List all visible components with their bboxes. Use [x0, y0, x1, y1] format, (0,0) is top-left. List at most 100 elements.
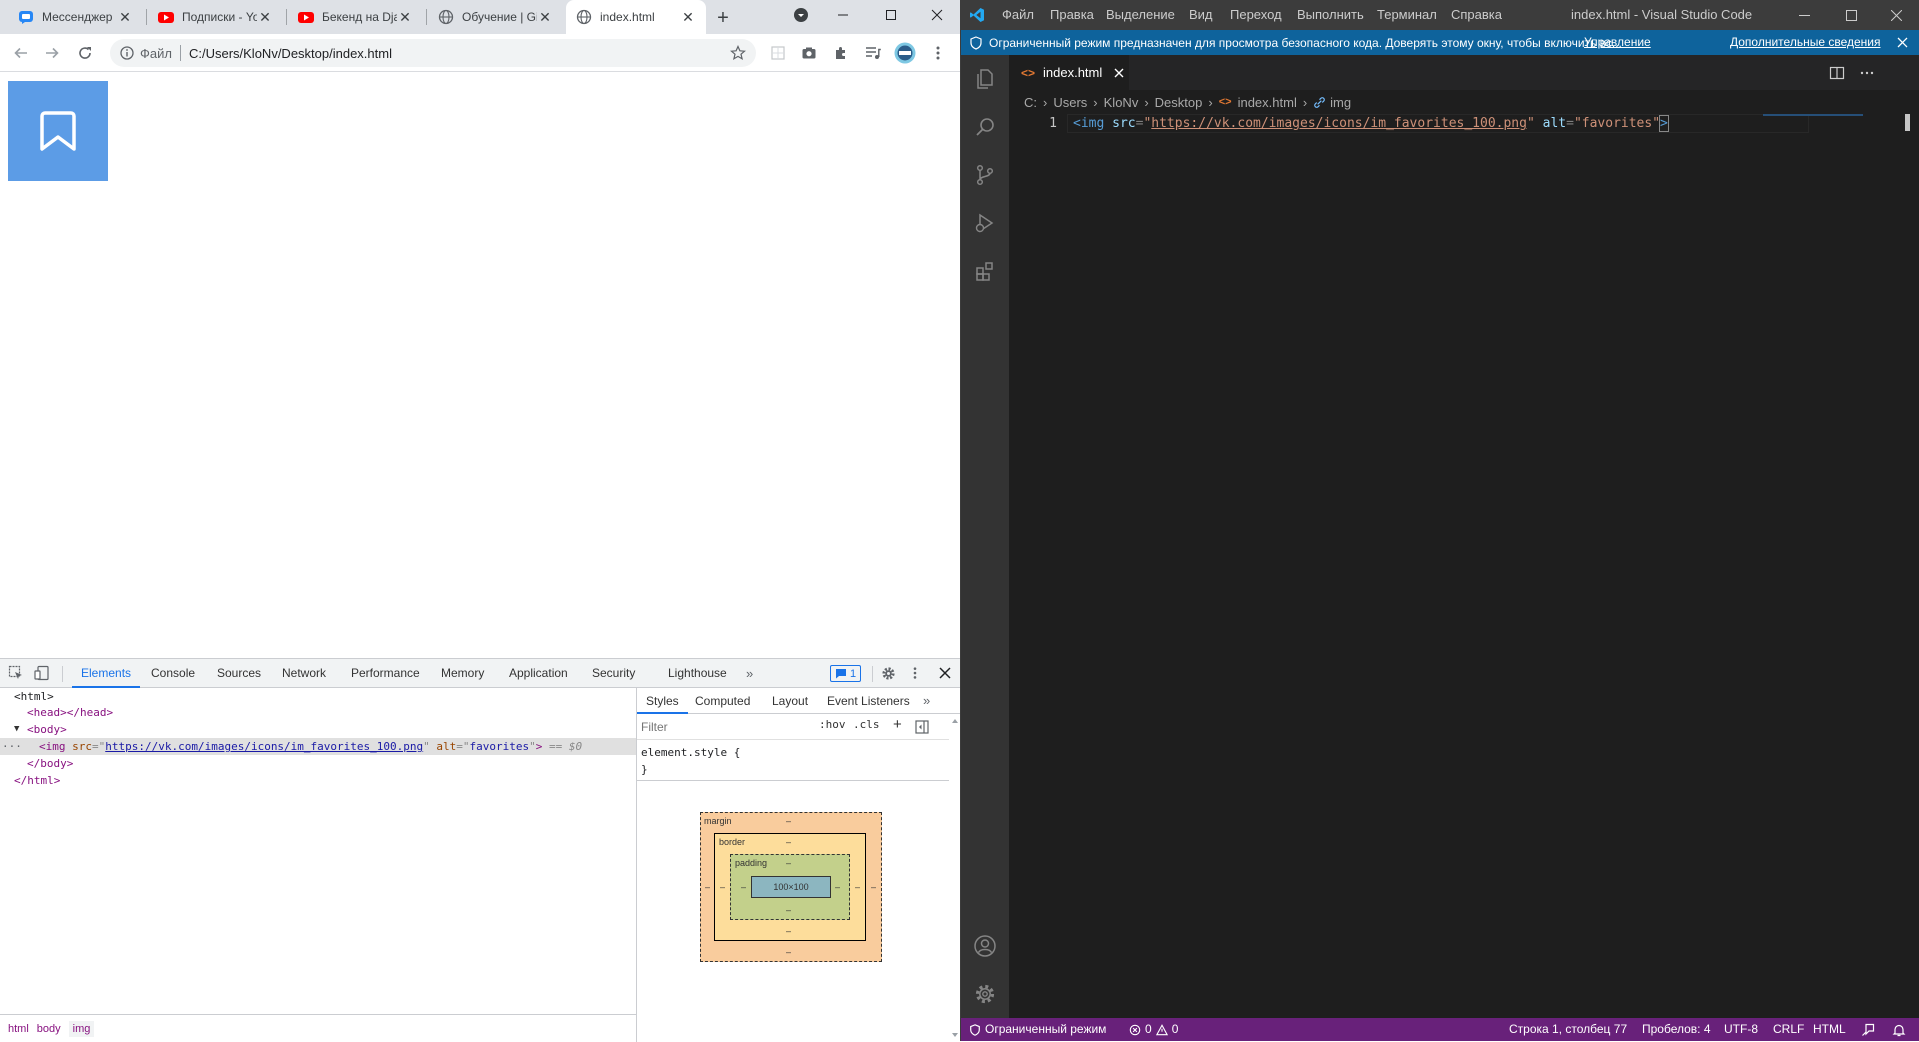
address-bar[interactable]: Файл C:/Users/KloNv/Desktop/index.html [110, 39, 756, 67]
tab-youtube-subscriptions[interactable]: Подписки - YouTube ✕ [148, 0, 283, 34]
search-button[interactable] [961, 103, 1009, 151]
menu-help[interactable]: Справка [1451, 0, 1502, 30]
ellipsis-icon[interactable]: ··· [2, 738, 22, 755]
forward-button[interactable] [40, 41, 64, 65]
language-status[interactable]: HTML [1813, 1018, 1846, 1041]
more-tabs-button[interactable]: » [923, 688, 930, 714]
close-icon[interactable]: ✕ [397, 9, 413, 25]
tab-elements[interactable]: Elements [72, 659, 141, 688]
reload-button[interactable] [73, 41, 97, 65]
menu-button[interactable] [926, 41, 950, 65]
tab-search-button[interactable] [778, 0, 823, 30]
menu-terminal[interactable]: Терминал [1377, 0, 1437, 30]
filter-input[interactable] [641, 717, 811, 737]
notifications-button[interactable] [1892, 1018, 1906, 1041]
back-button[interactable] [9, 41, 33, 65]
toggle-sidebar-icon[interactable] [915, 720, 929, 734]
breadcrumb-html[interactable]: html [8, 1023, 29, 1035]
close-icon[interactable] [1897, 37, 1908, 48]
maximize-button[interactable] [1828, 0, 1874, 30]
tab-lighthouse[interactable]: Lighthouse [668, 659, 727, 688]
breadcrumb-body[interactable]: body [37, 1023, 61, 1035]
tab-application[interactable]: Application [509, 659, 568, 688]
menu-go[interactable]: Переход [1230, 0, 1282, 30]
src-link[interactable]: https://vk.com/images/icons/im_favorites… [105, 740, 423, 753]
close-icon[interactable] [1114, 68, 1124, 78]
close-icon[interactable]: ✕ [117, 9, 133, 25]
code-src-value[interactable]: https://vk.com/images/icons/im_favorites… [1151, 116, 1527, 131]
minimap-line[interactable] [1763, 114, 1863, 116]
tab-github-learning[interactable]: Обучение | GitHub ✕ [428, 0, 563, 34]
profile-button[interactable] [893, 41, 917, 65]
tree-html-open[interactable]: <html> [14, 688, 54, 705]
settings-button[interactable] [879, 664, 897, 682]
tab-network[interactable]: Network [282, 659, 326, 688]
tree-img-node[interactable]: <img src="https://vk.com/images/icons/im… [39, 738, 582, 755]
code-line[interactable]: <img src="https://vk.com/images/icons/im… [1073, 114, 1669, 133]
tab-console[interactable]: Console [151, 659, 195, 688]
menu-selection[interactable]: Выделение [1106, 0, 1175, 30]
devtools-menu-button[interactable] [906, 664, 924, 682]
eol-status[interactable]: CRLF [1773, 1018, 1804, 1041]
breadcrumb-klonv[interactable]: KloNv [1104, 95, 1139, 110]
cursor-position[interactable]: Строка 1, столбец 77 [1509, 1018, 1627, 1041]
menu-file[interactable]: Файл [1002, 0, 1034, 30]
tree-body-close[interactable]: </body> [27, 755, 73, 772]
tab-messenger[interactable]: Мессенджер ✕ [8, 0, 143, 34]
source-control-button[interactable] [961, 151, 1009, 199]
split-editor-icon[interactable] [1829, 65, 1845, 81]
menu-run[interactable]: Выполнить [1297, 0, 1364, 30]
tree-body-open[interactable]: <body> [27, 721, 67, 738]
more-actions-icon[interactable] [1859, 65, 1875, 81]
tab-layout[interactable]: Layout [772, 688, 808, 714]
restricted-mode-status[interactable]: Ограниченный режим [969, 1018, 1106, 1041]
tree-head[interactable]: <head></head> [27, 704, 113, 721]
tree-html-close[interactable]: </html> [14, 772, 60, 789]
breadcrumb-desktop[interactable]: Desktop [1155, 95, 1203, 110]
problems-status[interactable]: 0 0 [1129, 1018, 1178, 1041]
tab-sources[interactable]: Sources [217, 659, 261, 688]
menu-view[interactable]: Вид [1189, 0, 1213, 30]
new-rule-button[interactable]: + [893, 716, 902, 733]
favorites-image[interactable] [8, 81, 108, 181]
tab-index-html[interactable]: <> index.html [1009, 55, 1129, 90]
code-editor[interactable]: 1 <img src="https://vk.com/images/icons/… [1009, 114, 1919, 1018]
inspect-element-button[interactable] [7, 664, 25, 682]
tab-memory[interactable]: Memory [441, 659, 484, 688]
explorer-button[interactable] [961, 55, 1009, 103]
maximize-button[interactable] [868, 0, 913, 30]
extensions-button[interactable] [961, 247, 1009, 295]
close-devtools-button[interactable] [936, 664, 954, 682]
feedback-button[interactable] [1861, 1018, 1875, 1041]
close-icon[interactable]: ✕ [257, 9, 273, 25]
tab-computed[interactable]: Computed [695, 688, 750, 714]
run-debug-button[interactable] [961, 199, 1009, 247]
extension-button[interactable] [766, 41, 790, 65]
extensions-button[interactable] [829, 41, 853, 65]
tab-styles[interactable]: Styles [637, 688, 688, 714]
breadcrumb-file[interactable]: index.html [1238, 95, 1297, 110]
issues-badge[interactable]: 1 [830, 665, 862, 682]
tab-index-html[interactable]: index.html ✕ [566, 0, 706, 34]
url-text[interactable]: C:/Users/KloNv/Desktop/index.html [189, 46, 392, 61]
tab-backend-django[interactable]: Бекенд на Django ✕ [288, 0, 423, 34]
close-icon[interactable]: ✕ [680, 9, 696, 25]
accounts-button[interactable] [961, 922, 1009, 970]
manage-button[interactable] [961, 970, 1009, 1018]
indentation-status[interactable]: Пробелов: 4 [1642, 1018, 1711, 1041]
close-window-button[interactable] [914, 0, 959, 30]
tab-event-listeners[interactable]: Event Listeners [827, 688, 910, 714]
info-icon[interactable] [120, 46, 134, 60]
cls-button[interactable]: .cls [853, 718, 880, 731]
device-toolbar-button[interactable] [33, 664, 51, 682]
close-window-button[interactable] [1873, 0, 1919, 30]
encoding-status[interactable]: UTF-8 [1724, 1018, 1758, 1041]
box-model-content[interactable]: 100×100 [751, 876, 831, 898]
breadcrumb-img[interactable]: img [68, 1020, 95, 1037]
minimize-button[interactable] [1781, 0, 1827, 30]
star-icon[interactable] [730, 45, 746, 61]
tab-security[interactable]: Security [592, 659, 635, 688]
close-icon[interactable]: ✕ [537, 9, 553, 25]
media-button[interactable] [861, 41, 885, 65]
new-tab-button[interactable]: + [712, 7, 734, 29]
